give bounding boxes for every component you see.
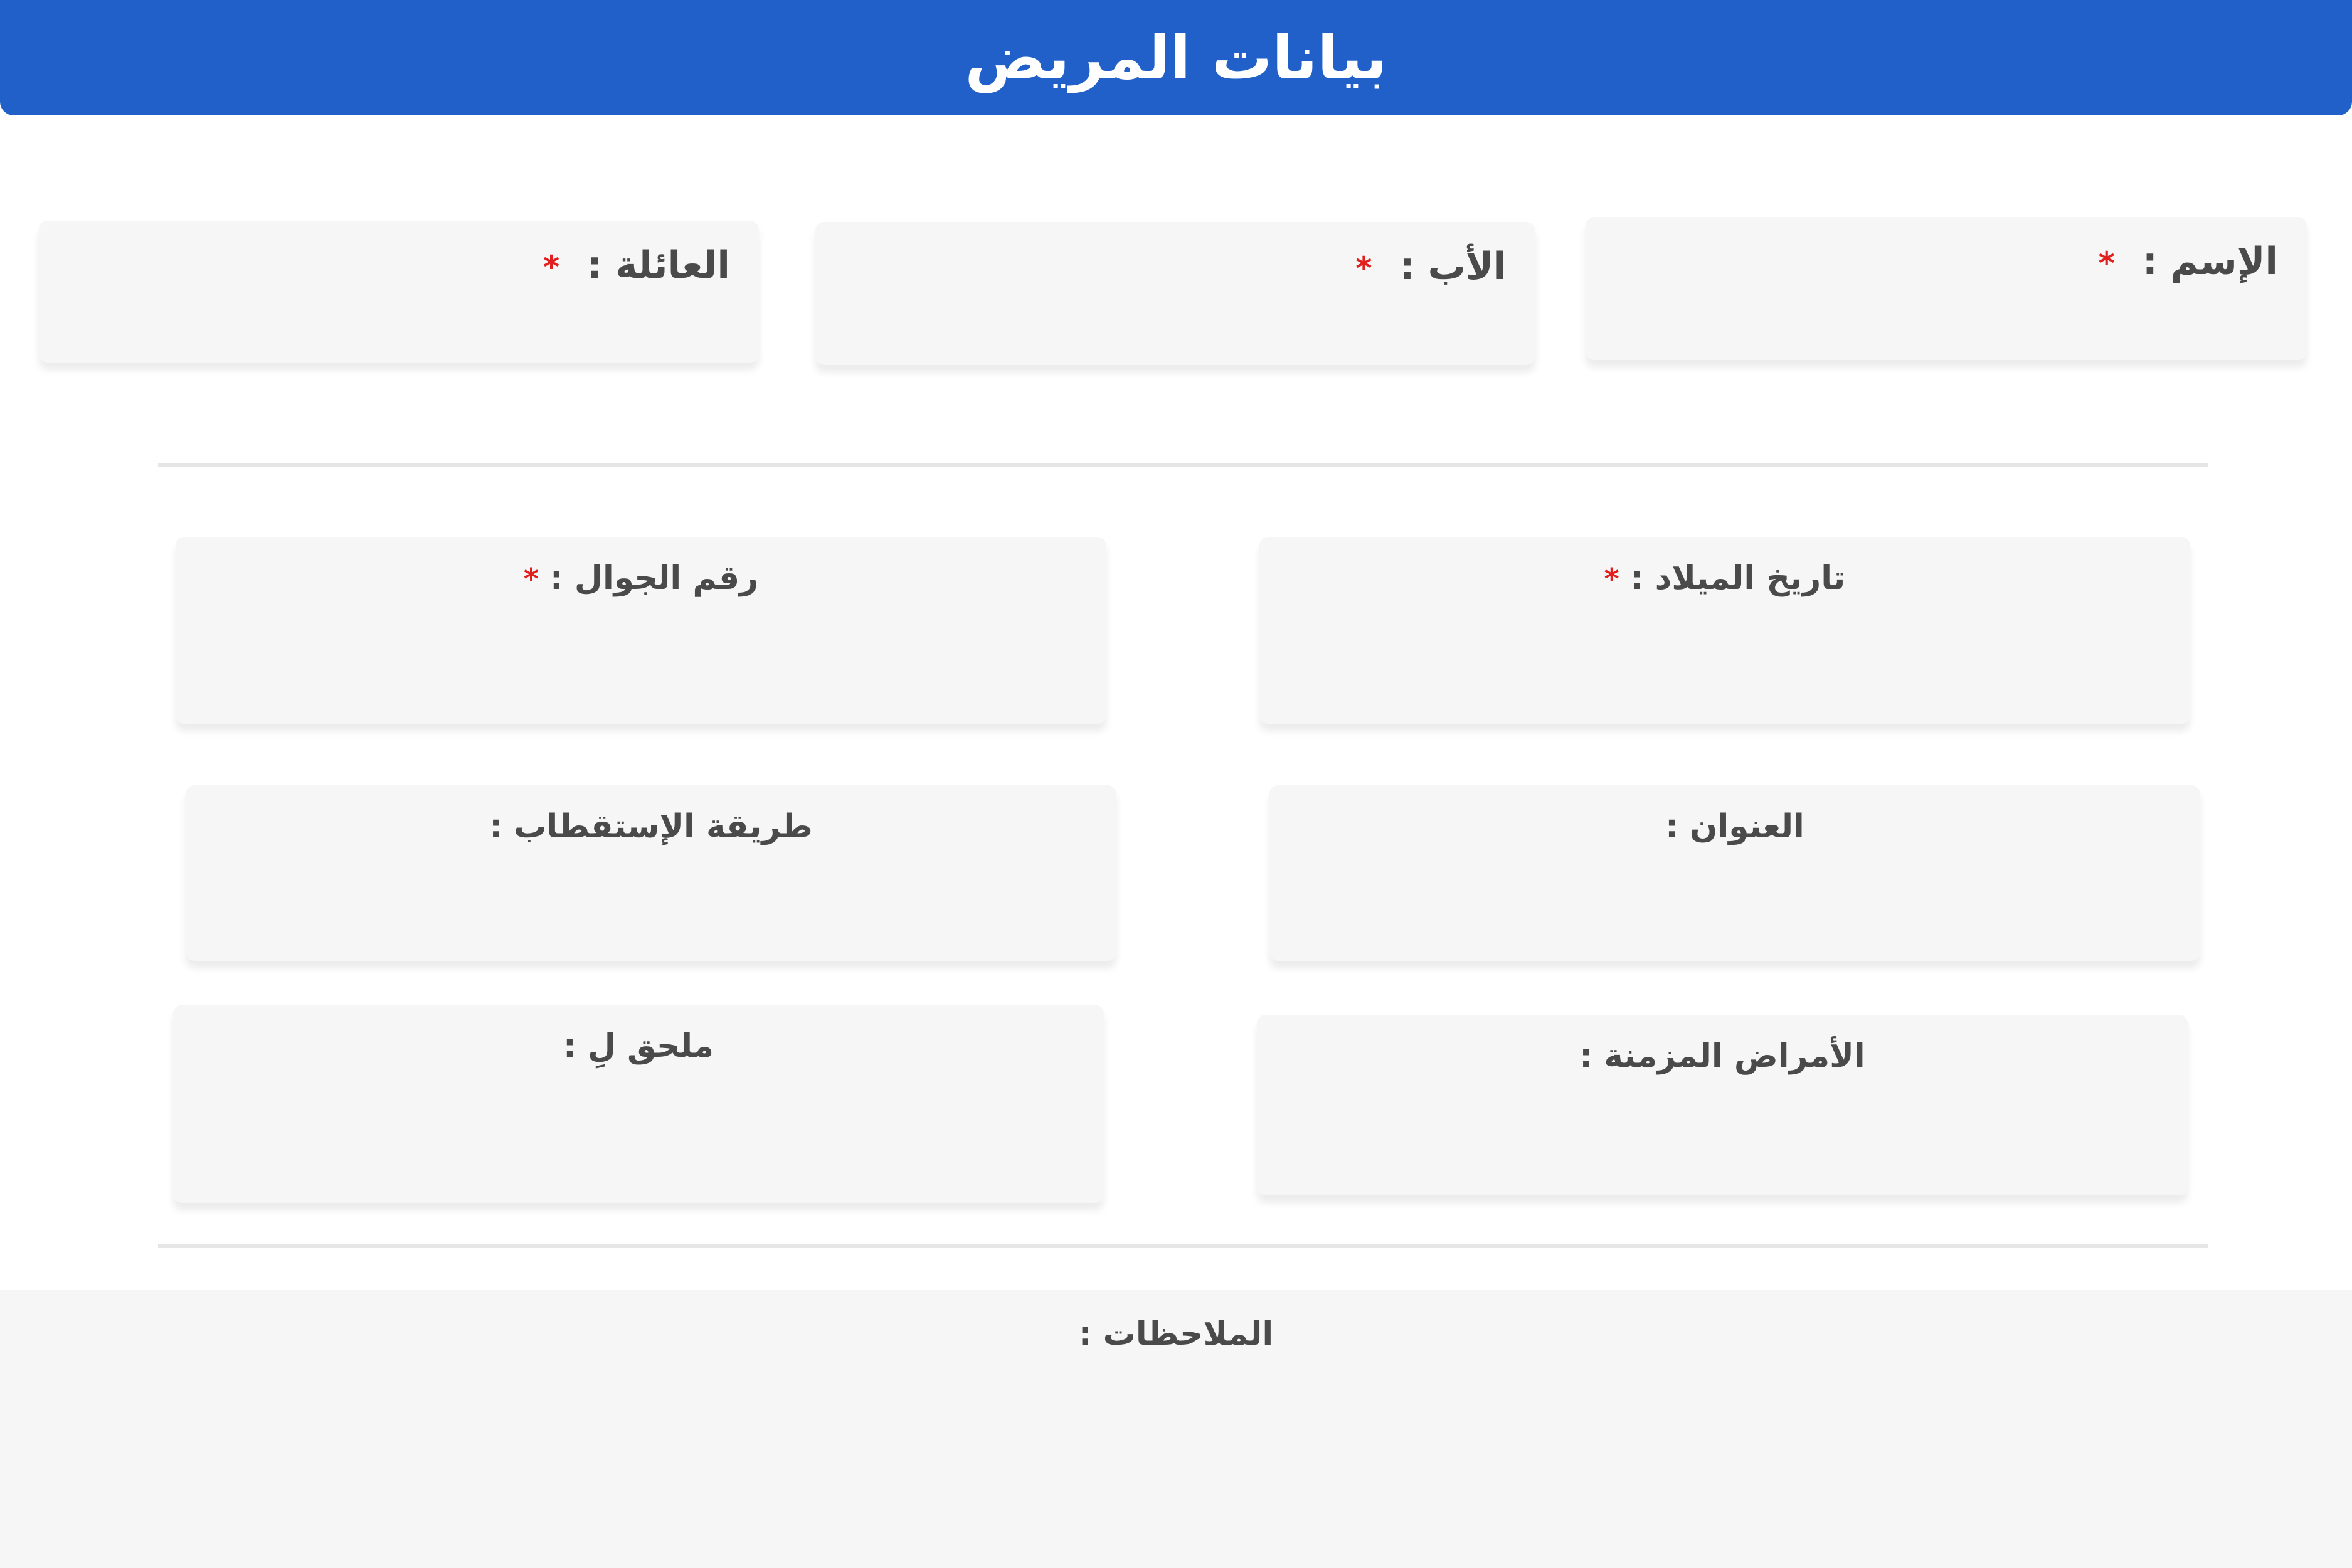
family-name-field[interactable]: العائلة : * — [39, 221, 759, 363]
chronic-diseases-label: الأمراض المزمنة : — [1579, 1037, 1865, 1075]
referral-method-field[interactable]: طريقة الإستقطاب : — [186, 785, 1116, 961]
first-name-field[interactable]: الإسم : * — [1586, 217, 2307, 360]
required-asterisk: * — [1355, 250, 1372, 287]
page-header: بيانات المريض — [0, 0, 2352, 115]
birth-date-field[interactable]: تاريخ الميلاد : * — [1259, 537, 2190, 724]
notes-label: الملاحظات : — [1078, 1315, 1274, 1353]
attached-to-label: ملحق لِ : — [563, 1027, 714, 1065]
attached-to-field[interactable]: ملحق لِ : — [173, 1005, 1104, 1203]
notes-field[interactable]: الملاحظات : — [0, 1290, 2352, 1568]
page-title: بيانات المريض — [965, 23, 1387, 93]
first-name-label: الإسم : — [2142, 240, 2278, 283]
required-asterisk: * — [543, 249, 560, 285]
required-asterisk: * — [2098, 245, 2115, 282]
chronic-diseases-field[interactable]: الأمراض المزمنة : — [1257, 1015, 2188, 1195]
referral-method-label: طريقة الإستقطاب : — [489, 808, 813, 845]
father-name-field[interactable]: الأب : * — [815, 222, 1535, 365]
section-divider-bottom — [158, 1244, 2208, 1248]
section-divider-top — [158, 463, 2208, 467]
required-asterisk: * — [523, 562, 539, 596]
mobile-number-label: رقم الجوال : — [549, 559, 759, 597]
address-field[interactable]: العنوان : — [1269, 785, 2200, 961]
birth-date-label: تاريخ الميلاد : — [1630, 559, 1846, 597]
father-name-label: الأب : — [1399, 245, 1507, 289]
mobile-number-field[interactable]: رقم الجوال : * — [176, 537, 1106, 724]
required-asterisk: * — [1604, 562, 1619, 596]
address-label: العنوان : — [1665, 808, 1804, 845]
family-name-label: العائلة : — [587, 243, 730, 287]
